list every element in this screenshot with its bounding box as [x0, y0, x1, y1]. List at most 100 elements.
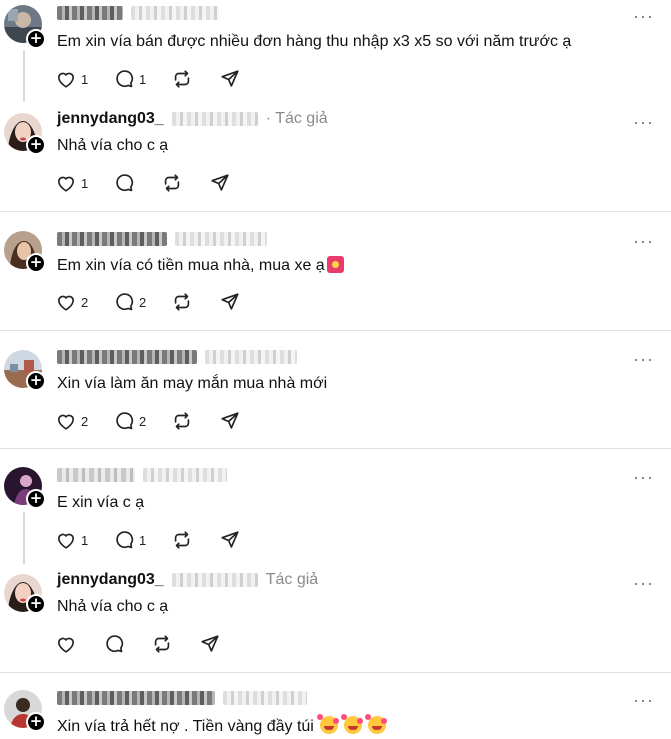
more-icon[interactable]: ···	[633, 691, 654, 709]
comment-icon	[106, 635, 124, 653]
reply-count: 1	[139, 71, 147, 87]
like-button[interactable]: 2	[55, 410, 113, 432]
post-text: E xin vía c ạ	[57, 494, 145, 511]
more-icon[interactable]: ···	[633, 7, 654, 25]
post-header	[57, 687, 307, 709]
more-icon[interactable]: ···	[633, 350, 654, 368]
like-button[interactable]	[55, 633, 103, 655]
share-button[interactable]	[219, 529, 267, 551]
heart-icon	[58, 72, 74, 88]
follow-plus-icon[interactable]: +	[26, 371, 46, 391]
like-button[interactable]: 1	[55, 68, 113, 90]
divider	[0, 211, 671, 212]
share-icon	[221, 293, 239, 310]
comment-icon	[116, 531, 134, 549]
thread-line	[23, 50, 25, 102]
smiling-face-with-hearts-emoji	[340, 714, 362, 734]
repost-button[interactable]	[161, 172, 209, 194]
follow-plus-icon[interactable]: +	[26, 712, 46, 732]
smiling-face-with-hearts-emoji	[364, 714, 386, 734]
smiling-face-with-hearts-emoji	[316, 714, 338, 734]
follow-plus-icon[interactable]: +	[26, 135, 46, 155]
reply-button[interactable]	[103, 633, 151, 655]
post-header	[57, 464, 227, 486]
blurred-username	[57, 6, 123, 20]
heart-icon	[58, 176, 74, 192]
blurred-date	[171, 112, 258, 126]
post-header: jennydang03_ Tác giả	[57, 569, 318, 591]
follow-plus-icon[interactable]: +	[26, 29, 46, 49]
more-icon[interactable]: ···	[633, 232, 654, 250]
post-text-content: Em xin vía có tiền mua nhà, mua xe ạ	[57, 257, 325, 274]
share-icon	[221, 412, 239, 429]
post-text: Nhả vía cho c ạ	[57, 137, 169, 154]
like-button[interactable]: 1	[55, 172, 113, 194]
reply-button[interactable]: 1	[113, 68, 171, 90]
follow-plus-icon[interactable]: +	[26, 594, 46, 614]
repost-icon	[174, 293, 190, 311]
like-count: 2	[81, 413, 89, 429]
post-text: Xin vía làm ăn may mắn mua nhà mới	[57, 375, 328, 392]
heart-icon	[58, 637, 74, 653]
like-button[interactable]: 2	[55, 291, 113, 313]
share-button[interactable]	[209, 172, 257, 194]
divider	[0, 448, 671, 449]
username[interactable]: jennydang03_	[57, 571, 164, 589]
comment-icon	[116, 174, 134, 192]
blurred-username	[57, 468, 135, 482]
heart-icon	[58, 414, 74, 430]
reply-count: 2	[139, 413, 147, 429]
more-icon[interactable]: ···	[633, 574, 654, 592]
post-text: Em xin vía có tiền mua nhà, mua xe ạ	[57, 256, 344, 275]
like-count: 1	[81, 71, 89, 87]
reply-button[interactable]: 2	[113, 410, 171, 432]
reply-button[interactable]	[113, 172, 161, 194]
post-text-content: Xin vía trả hết nợ . Tiền vàng đầy túi	[57, 718, 314, 735]
follow-plus-icon[interactable]: +	[26, 253, 46, 273]
post-text: Em xin vía bán được nhiều đơn hàng thu n…	[57, 33, 572, 50]
action-bar: 1 1	[55, 68, 267, 90]
post-header	[57, 346, 297, 368]
post-text: Nhả vía cho c ạ	[57, 598, 169, 615]
blurred-date	[175, 232, 267, 246]
heart-icon	[58, 295, 74, 311]
repost-icon	[174, 531, 190, 549]
red-envelope-emoji	[326, 256, 344, 273]
more-icon[interactable]: ···	[633, 113, 654, 131]
blurred-date	[205, 350, 297, 364]
reply-button[interactable]: 1	[113, 529, 171, 551]
share-icon	[211, 174, 229, 191]
repost-icon	[174, 70, 190, 88]
post-text: Xin vía trả hết nợ . Tiền vàng đầy túi	[57, 714, 386, 736]
share-button[interactable]	[219, 291, 267, 313]
blurred-username	[57, 350, 197, 364]
share-button[interactable]	[219, 410, 267, 432]
share-button[interactable]	[199, 633, 247, 655]
post-header: jennydang03_ · Tác giả	[57, 108, 328, 130]
repost-button[interactable]	[171, 410, 219, 432]
action-bar: 2 2	[55, 410, 267, 432]
blurred-date	[131, 6, 219, 20]
follow-plus-icon[interactable]: +	[26, 489, 46, 509]
author-tag: Tác giả	[265, 571, 319, 588]
repost-icon	[154, 635, 170, 653]
reply-count: 1	[139, 532, 147, 548]
blurred-date	[143, 468, 227, 482]
username[interactable]: jennydang03_	[57, 110, 164, 128]
share-icon	[221, 531, 239, 548]
repost-icon	[164, 174, 180, 192]
repost-button[interactable]	[171, 68, 219, 90]
post-header	[57, 228, 267, 250]
more-icon[interactable]: ···	[633, 468, 654, 486]
action-bar	[55, 633, 247, 655]
post-header	[57, 2, 219, 24]
reply-button[interactable]: 2	[113, 291, 171, 313]
heart-icon	[58, 533, 74, 549]
like-button[interactable]: 1	[55, 529, 113, 551]
share-button[interactable]	[219, 68, 267, 90]
repost-button[interactable]	[151, 633, 199, 655]
thread-line	[23, 512, 25, 564]
divider	[0, 330, 671, 331]
repost-button[interactable]	[171, 529, 219, 551]
repost-button[interactable]	[171, 291, 219, 313]
